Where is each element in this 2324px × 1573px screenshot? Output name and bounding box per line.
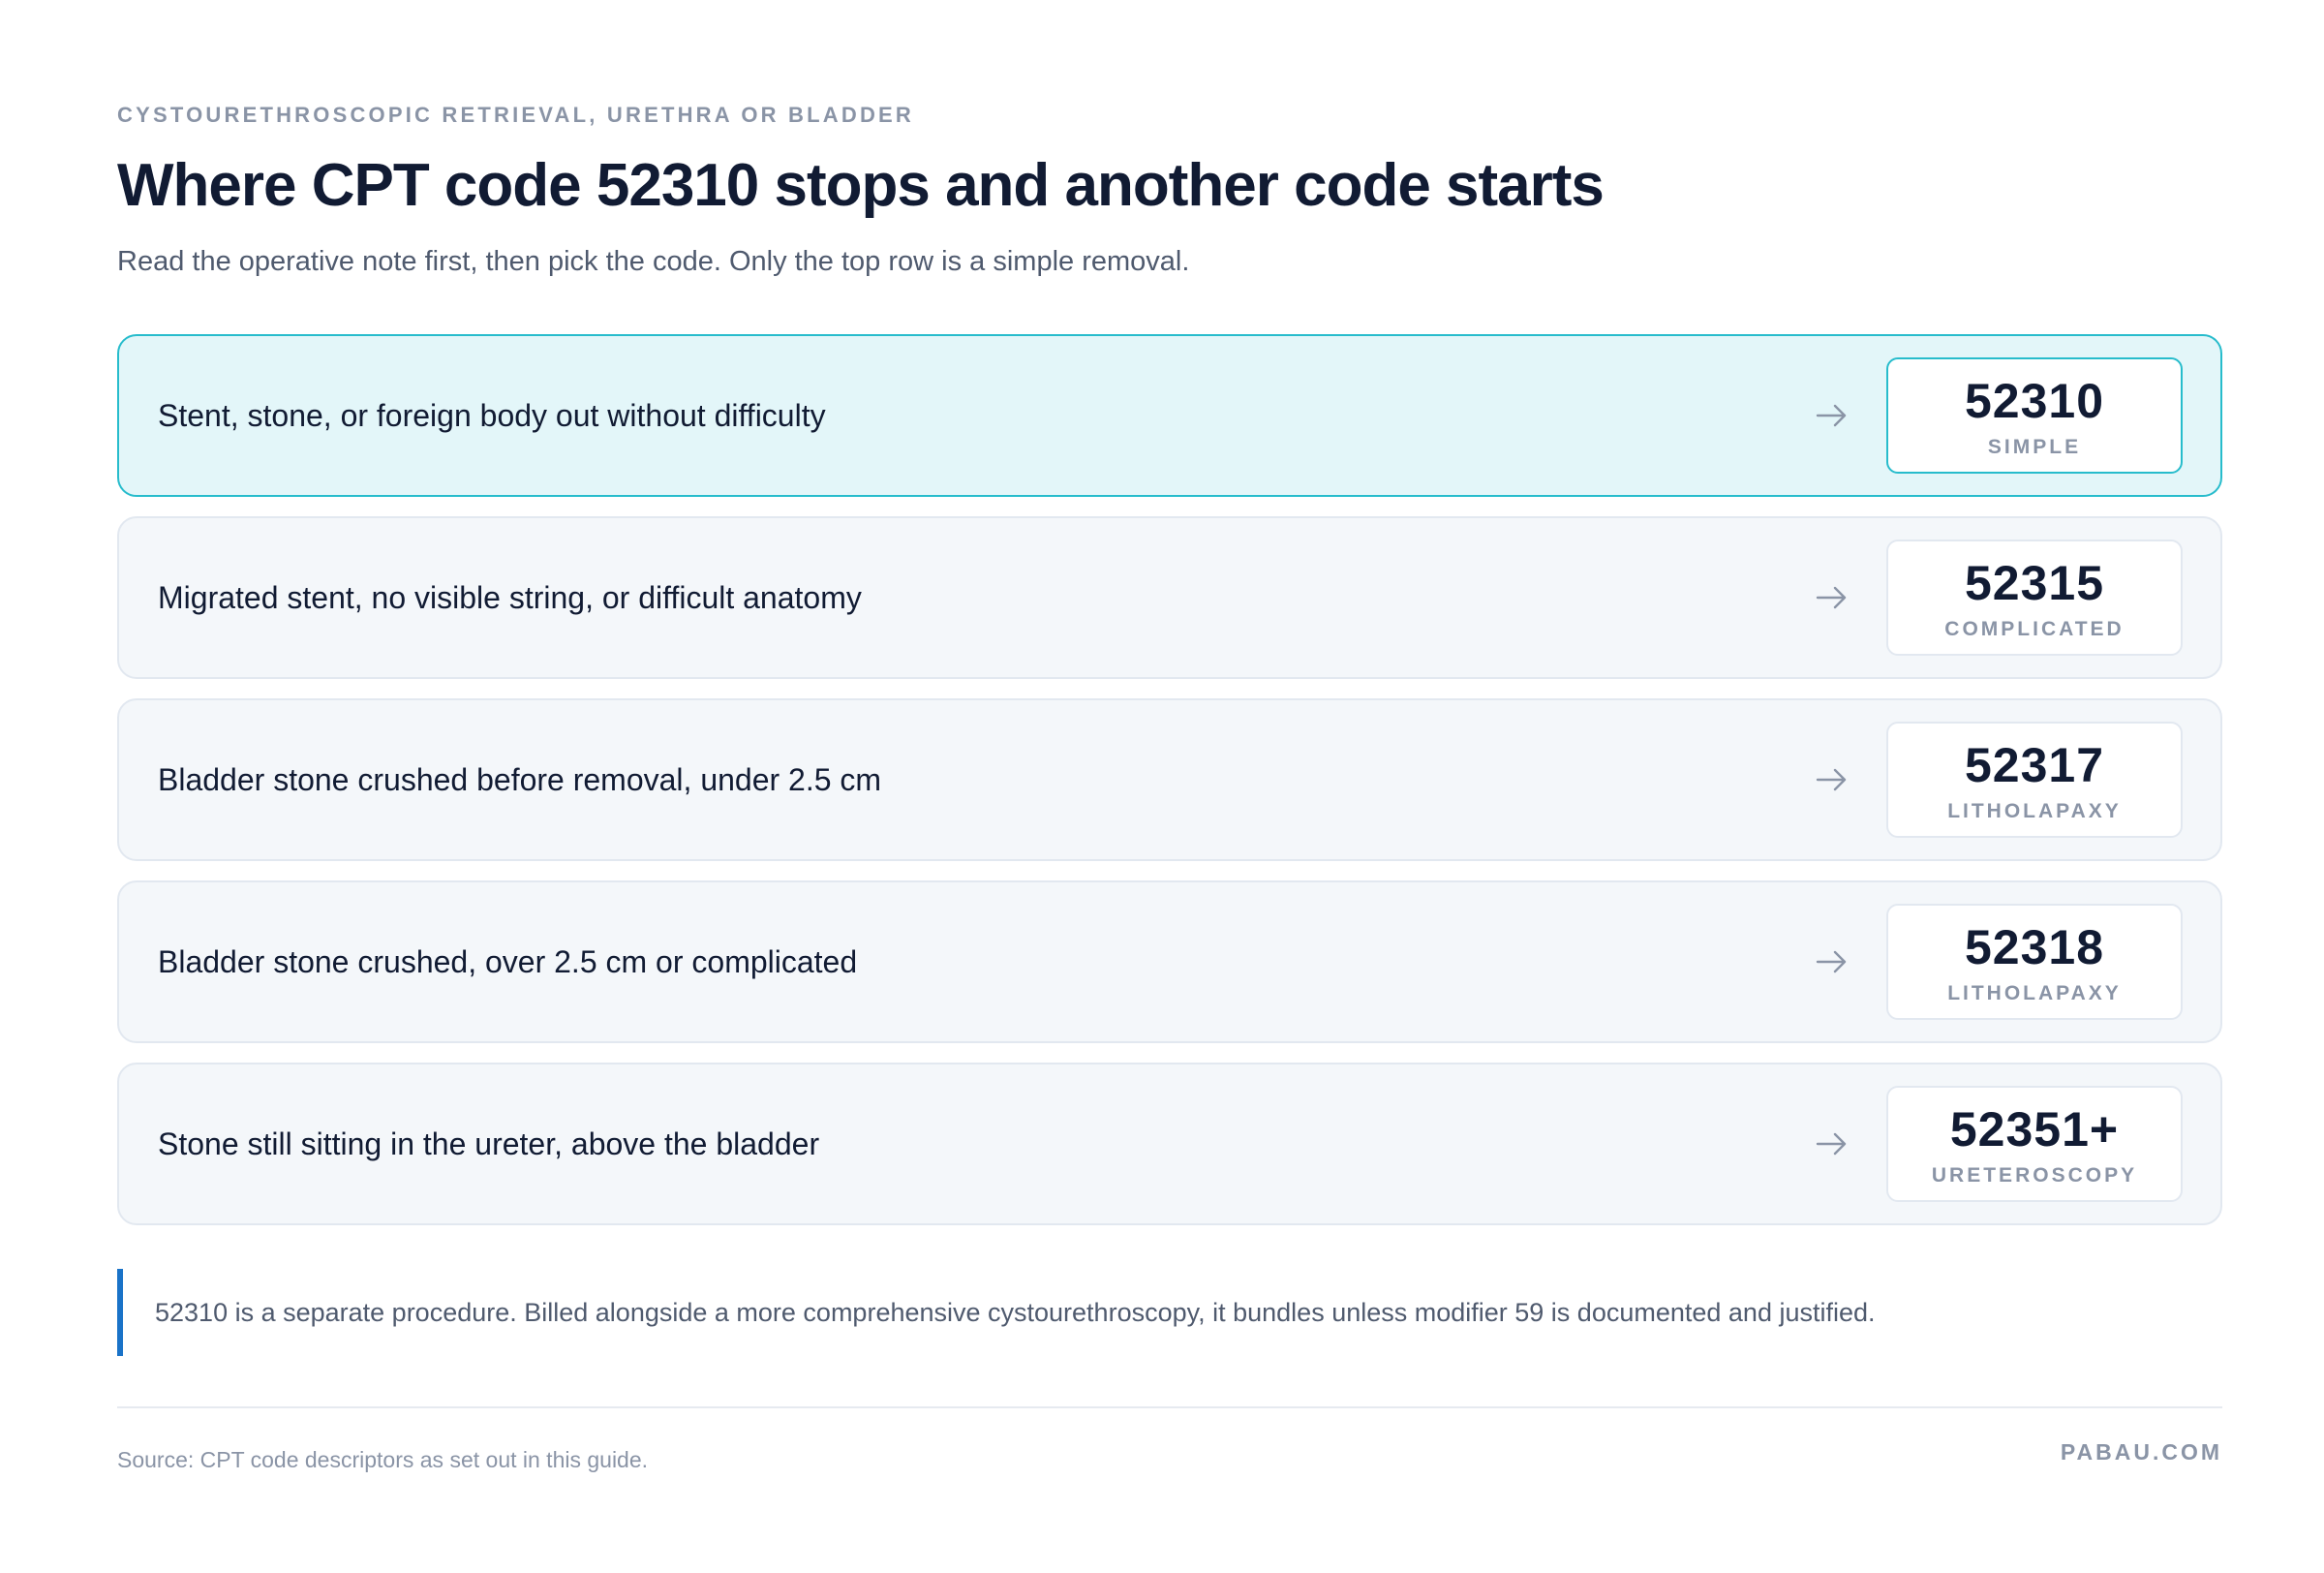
arrow-right-icon <box>1816 768 1847 791</box>
note-text: 52310 is a separate procedure. Billed al… <box>155 1298 1876 1327</box>
callout-note: 52310 is a separate procedure. Billed al… <box>117 1269 2222 1356</box>
arrow-right-icon <box>1816 1132 1847 1156</box>
arrow-right-icon <box>1816 586 1847 609</box>
code-number: 52317 <box>1964 738 2105 792</box>
code-row-52315: Migrated stent, no visible string, or di… <box>117 516 2222 679</box>
code-label: SIMPLE <box>1987 436 2082 458</box>
code-label: LITHOLAPAXY <box>1947 982 2122 1004</box>
code-row-52318: Bladder stone crushed, over 2.5 cm or co… <box>117 880 2222 1043</box>
footer-divider <box>117 1406 2222 1408</box>
code-row-52351: Stone still sitting in the ureter, above… <box>117 1063 2222 1225</box>
row-description: Stone still sitting in the ureter, above… <box>158 1126 820 1161</box>
code-number: 52318 <box>1964 920 2105 974</box>
code-rows: Stent, stone, or foreign body out withou… <box>117 334 2222 1245</box>
code-number: 52310 <box>1964 374 2105 428</box>
row-description: Migrated stent, no visible string, or di… <box>158 580 862 615</box>
page: CYSTOURETHROSCOPIC RETRIEVAL, URETHRA OR… <box>117 0 2222 1573</box>
source-citation: Source: CPT code descriptors as set out … <box>117 1447 649 1472</box>
code-badge: 52317 LITHOLAPAXY <box>1886 722 2183 838</box>
code-label: URETEROSCOPY <box>1931 1164 2138 1187</box>
code-row-52310: Stent, stone, or foreign body out withou… <box>117 334 2222 497</box>
code-label: LITHOLAPAXY <box>1947 800 2122 822</box>
row-description: Bladder stone crushed, over 2.5 cm or co… <box>158 944 858 979</box>
row-description: Bladder stone crushed before removal, un… <box>158 762 882 797</box>
page-title: Where CPT code 52310 stops and another c… <box>117 152 1605 219</box>
code-badge: 52315 COMPLICATED <box>1886 540 2183 656</box>
code-row-52317: Bladder stone crushed before removal, un… <box>117 698 2222 861</box>
code-badge: 52351+ URETEROSCOPY <box>1886 1086 2183 1202</box>
row-description: Stent, stone, or foreign body out withou… <box>158 398 826 433</box>
code-badge: 52310 SIMPLE <box>1886 357 2183 474</box>
arrow-right-icon <box>1816 950 1847 973</box>
brand-mark[interactable]: PABAU.COM <box>2061 1439 2222 1465</box>
code-number: 52315 <box>1964 556 2105 610</box>
code-badge: 52318 LITHOLAPAXY <box>1886 904 2183 1020</box>
arrow-right-icon <box>1816 404 1847 427</box>
page-subtitle: Read the operative note first, then pick… <box>117 246 1190 277</box>
eyebrow: CYSTOURETHROSCOPIC RETRIEVAL, URETHRA OR… <box>117 103 914 127</box>
code-label: COMPLICATED <box>1944 618 2125 640</box>
code-number: 52351+ <box>1949 1102 2120 1157</box>
